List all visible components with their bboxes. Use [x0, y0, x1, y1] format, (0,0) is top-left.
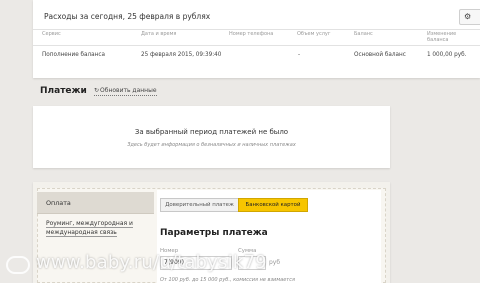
- currency-label: руб: [269, 259, 281, 266]
- menu-item-roaming[interactable]: Роуминг, междугородная и международная с…: [37, 214, 154, 242]
- cell-datetime: 25 февраля 2015, 09:39:40: [141, 52, 222, 58]
- refresh-icon: ↻: [94, 87, 100, 94]
- col-service: Сервис: [42, 31, 61, 37]
- params-title: Параметры платежа: [160, 228, 268, 238]
- settings-button[interactable]: ⚙: [459, 9, 480, 25]
- empty-message: За выбранный период платежей не было: [134, 128, 289, 136]
- col-balance: Баланс: [354, 31, 373, 37]
- col-balance-change: Изменение баланса: [427, 31, 457, 43]
- cell-balance-change: 1 000,00 руб.: [427, 52, 467, 58]
- payment-menu: Оплата Роуминг, междугородная и междунар…: [37, 192, 154, 242]
- refresh-link[interactable]: ↻Обновить данные: [94, 87, 157, 96]
- amount-hint: От 100 руб. до 15 000 руб., комиссия не …: [160, 277, 295, 283]
- payments-title: Платежи: [40, 86, 87, 96]
- watermark-text: www.baby.ru/u/tabysik79: [36, 252, 267, 273]
- menu-item-roaming-label: Роуминг, междугородная и международная с…: [46, 220, 133, 237]
- expenses-title: Расходы за сегодня, 25 февраля в рублях: [44, 12, 211, 21]
- header-divider: [33, 29, 480, 30]
- col-volume: Объем услуг: [297, 31, 331, 37]
- cell-volume: -: [298, 52, 301, 58]
- gear-icon: ⚙: [464, 12, 472, 21]
- col-phone: Номер телефона: [229, 31, 274, 37]
- empty-payments-card: За выбранный период платежей не было Зде…: [33, 106, 390, 168]
- tab-trust-payment[interactable]: Доверительный платеж: [160, 198, 239, 212]
- empty-subtext: Здесь будет информация о безналичных и н…: [127, 142, 296, 148]
- refresh-label: Обновить данные: [100, 87, 157, 94]
- col-datetime: Дата и время: [141, 31, 177, 37]
- row-divider: [33, 45, 480, 46]
- cell-balance: Основной баланс: [354, 52, 406, 58]
- expenses-card: Расходы за сегодня, 25 февраля в рублях …: [33, 0, 480, 78]
- watermark-logo: [6, 256, 30, 274]
- tab-bank-card[interactable]: Банковской картой: [238, 198, 308, 212]
- menu-item-payment[interactable]: Оплата: [37, 192, 154, 214]
- cell-service: Пополнение баланса: [42, 52, 105, 58]
